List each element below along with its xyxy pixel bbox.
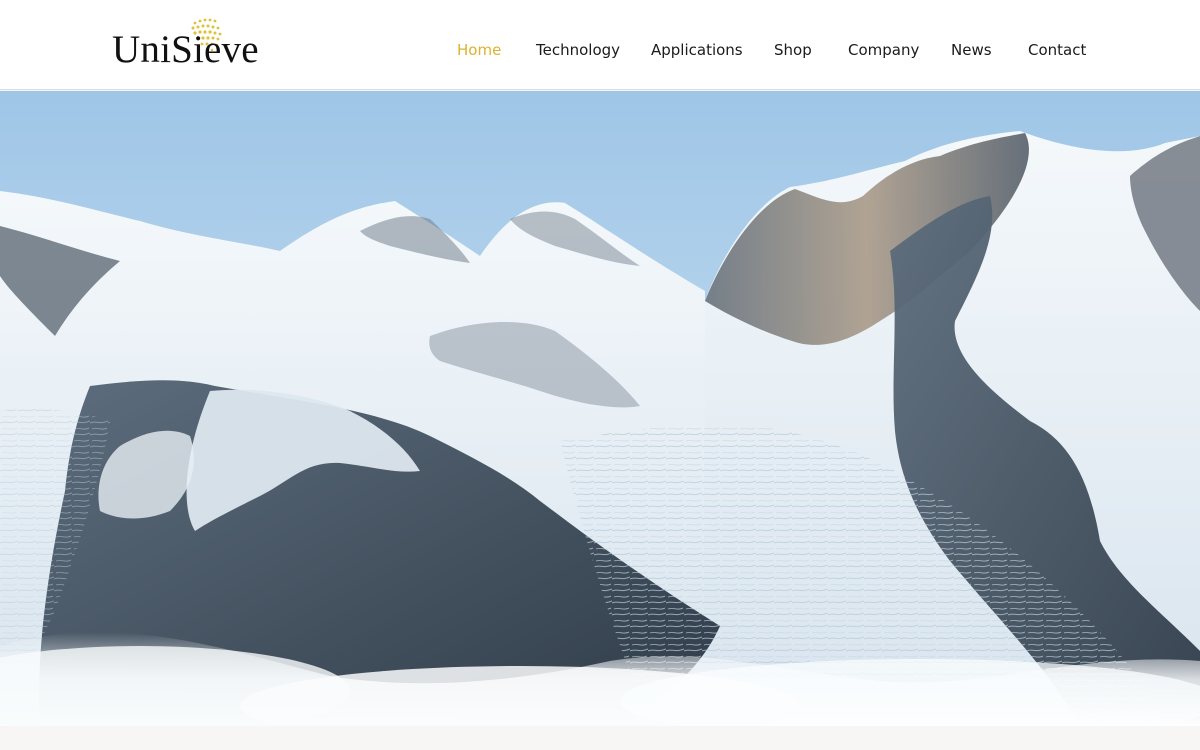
hero-image bbox=[0, 91, 1200, 726]
nav-item-technology[interactable]: Technology bbox=[536, 39, 620, 61]
nav-item-shop[interactable]: Shop bbox=[774, 39, 812, 61]
page-bottom-strip bbox=[0, 726, 1200, 750]
site-header: UniSieve Home Technology Applications Sh… bbox=[0, 0, 1200, 90]
mountain-landscape-image bbox=[0, 91, 1200, 726]
nav-item-applications[interactable]: Applications bbox=[651, 39, 743, 61]
nav-item-home[interactable]: Home bbox=[457, 39, 501, 61]
nav-item-news[interactable]: News bbox=[951, 39, 992, 61]
main-navigation: Home Technology Applications Shop Compan… bbox=[0, 39, 1200, 63]
nav-item-company[interactable]: Company bbox=[848, 39, 919, 61]
nav-item-contact[interactable]: Contact bbox=[1028, 39, 1086, 61]
